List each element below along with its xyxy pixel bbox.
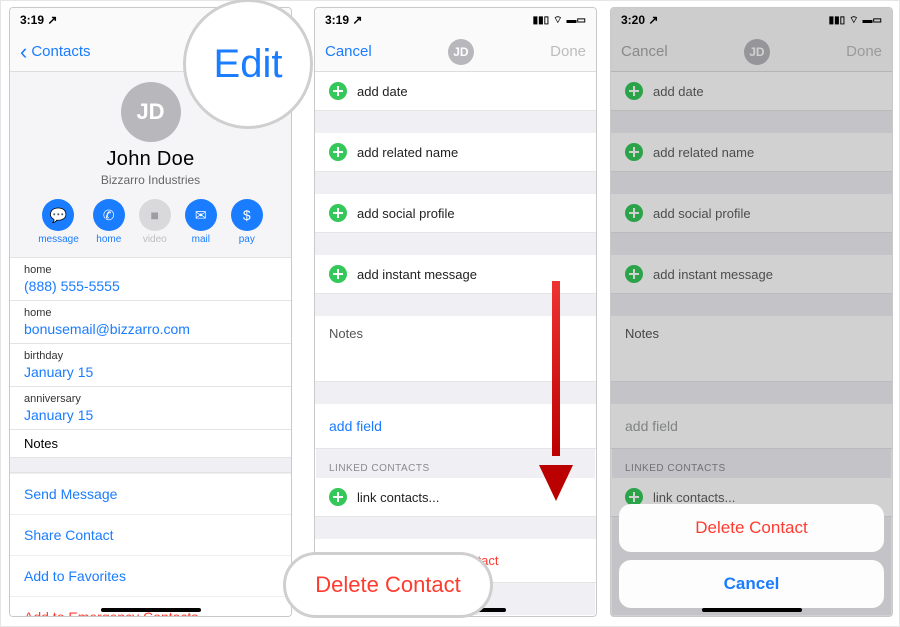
contact-name: John Doe: [10, 148, 291, 171]
avatar: JD: [744, 39, 770, 65]
field-phone[interactable]: home (888) 555-5555: [10, 258, 291, 300]
video-button: ■video: [139, 199, 171, 245]
field-anniversary[interactable]: anniversary January 15: [10, 387, 291, 429]
add-social-row[interactable]: add social profile: [315, 194, 596, 233]
field-email[interactable]: home bonusemail@bizzarro.com: [10, 301, 291, 343]
avatar: JD: [121, 82, 181, 142]
sheet-delete-button[interactable]: Delete Contact: [619, 504, 884, 552]
add-related-name-row[interactable]: add related name: [315, 133, 596, 172]
pay-button[interactable]: $pay: [231, 199, 263, 245]
avatar[interactable]: JD: [448, 39, 474, 65]
status-bar: 3:20 ↗ ▮▮▯⌔▬▭: [611, 8, 892, 32]
plus-icon: [329, 204, 347, 222]
signal-icon: ▮▮▯: [829, 15, 846, 26]
mail-button[interactable]: ✉mail: [185, 199, 217, 245]
plus-icon: [329, 143, 347, 161]
home-indicator[interactable]: [702, 608, 802, 612]
cancel-button[interactable]: Cancel: [325, 43, 372, 60]
add-field-button: add field: [611, 404, 892, 449]
plus-icon: [625, 143, 643, 161]
linked-contacts-header: LINKED CONTACTS: [611, 449, 892, 478]
message-button[interactable]: 💬message: [38, 199, 79, 245]
pay-icon: $: [231, 199, 263, 231]
video-icon: ■: [139, 199, 171, 231]
back-button[interactable]: Contacts: [20, 43, 91, 60]
plus-icon: [329, 82, 347, 100]
plus-icon: [625, 82, 643, 100]
add-im-row: add instant message: [611, 255, 892, 294]
add-emergency-button[interactable]: Add to Emergency Contacts: [10, 596, 291, 617]
add-related-name-row: add related name: [611, 133, 892, 172]
plus-icon: [329, 488, 347, 506]
status-bar: 3:19 ↗ ▮▮▯⌔▬▭: [315, 8, 596, 32]
battery-icon: ▬▭: [567, 15, 586, 26]
add-social-row: add social profile: [611, 194, 892, 233]
sheet-cancel-button[interactable]: Cancel: [619, 560, 884, 608]
plus-icon: [625, 204, 643, 222]
notes-field: Notes: [611, 316, 892, 382]
add-favorites-button[interactable]: Add to Favorites: [10, 555, 291, 596]
callout-delete: Delete Contact: [283, 552, 493, 618]
notes-label: Notes: [10, 430, 291, 457]
add-date-row[interactable]: add date: [315, 72, 596, 111]
share-contact-button[interactable]: Share Contact: [10, 514, 291, 555]
action-row: 💬message ✆home ■video ✉mail $pay: [10, 199, 291, 245]
wifi-icon: ⌔: [849, 14, 858, 27]
contact-org: Bizzarro Industries: [10, 173, 291, 187]
mail-icon: ✉: [185, 199, 217, 231]
cancel-button: Cancel: [621, 43, 668, 60]
annotation-arrow: [539, 281, 569, 501]
call-button[interactable]: ✆home: [93, 199, 125, 245]
phone-icon: ✆: [93, 199, 125, 231]
action-sheet: Delete Contact Cancel: [619, 496, 884, 608]
wifi-icon: ⌔: [553, 14, 562, 27]
home-indicator[interactable]: [101, 608, 201, 612]
field-birthday[interactable]: birthday January 15: [10, 344, 291, 386]
plus-icon: [329, 265, 347, 283]
plus-icon: [625, 265, 643, 283]
callout-edit: Edit: [183, 0, 313, 129]
send-message-button[interactable]: Send Message: [10, 473, 291, 514]
screen-delete-confirm: 3:20 ↗ ▮▮▯⌔▬▭ Cancel JD Done add date ad…: [610, 7, 893, 617]
done-button[interactable]: Done: [550, 43, 586, 60]
message-icon: 💬: [42, 199, 74, 231]
battery-icon: ▬▭: [863, 15, 882, 26]
add-date-row: add date: [611, 72, 892, 111]
done-button: Done: [846, 43, 882, 60]
signal-icon: ▮▮▯: [533, 15, 550, 26]
